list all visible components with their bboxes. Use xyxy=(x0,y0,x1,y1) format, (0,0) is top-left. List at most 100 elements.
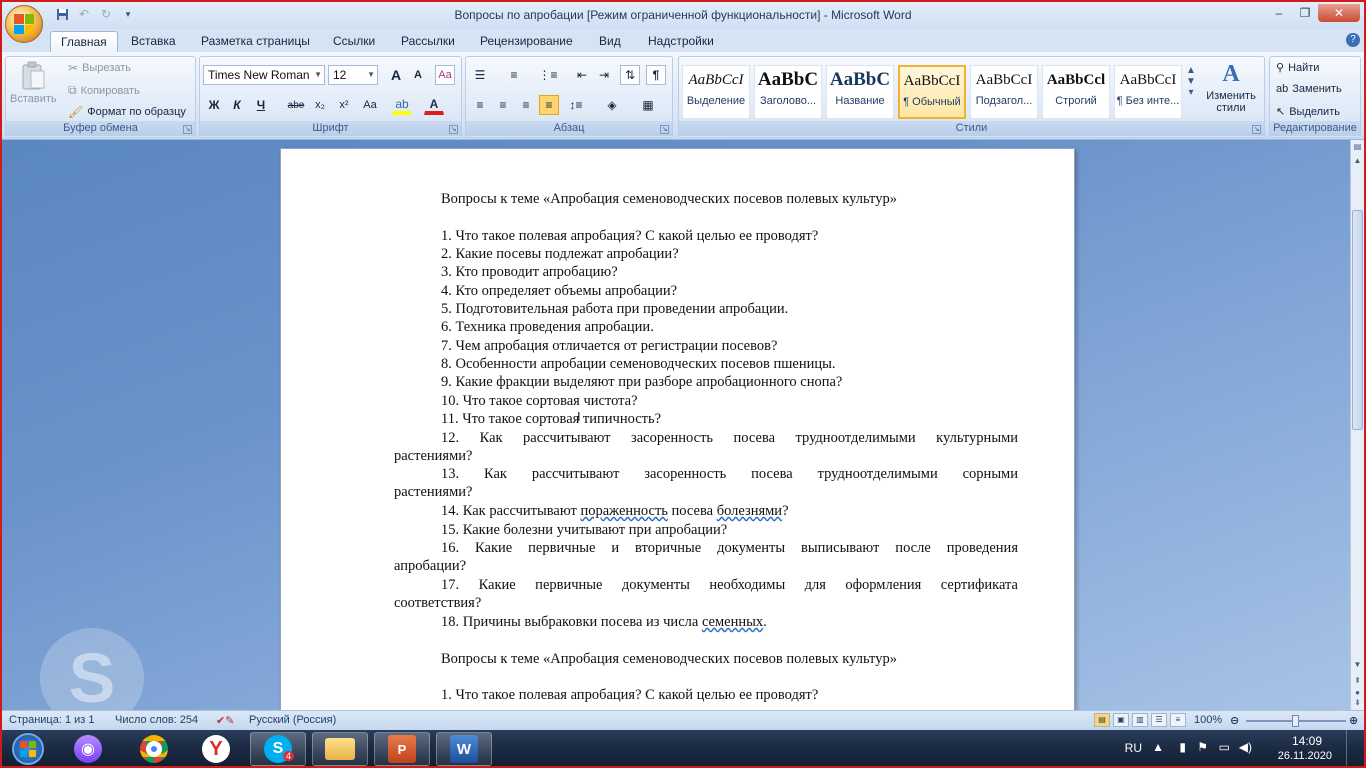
spellcheck-icon[interactable]: ✔✎ xyxy=(216,714,234,727)
taskbar-yandex[interactable]: Y xyxy=(188,732,244,766)
tab-references[interactable]: Ссылки xyxy=(323,31,385,52)
battery-icon[interactable]: ▮ xyxy=(1179,740,1186,754)
scroll-up-icon[interactable]: ▲ xyxy=(1352,156,1363,168)
office-button[interactable] xyxy=(5,5,43,43)
paragraph-launcher-icon[interactable]: ↘ xyxy=(660,125,669,134)
underline-button[interactable]: Ч xyxy=(251,95,271,115)
show-hidden-icons-icon[interactable]: ▲ xyxy=(1152,740,1164,754)
style-strong[interactable]: AaBbCcl Строгий xyxy=(1042,65,1110,119)
help-icon[interactable]: ? xyxy=(1346,33,1360,47)
subscript-button[interactable]: x₂ xyxy=(310,95,330,115)
network-icon[interactable]: ▭ xyxy=(1219,740,1230,754)
bold-button[interactable]: Ж xyxy=(204,95,224,115)
taskbar-powerpoint[interactable]: P xyxy=(374,732,430,766)
font-size-combo[interactable]: 12 ▼ xyxy=(328,65,378,85)
taskbar-skype[interactable]: S 4 xyxy=(250,732,306,766)
sort-button[interactable]: ⇅ xyxy=(620,65,640,85)
line-spacing-button[interactable]: ↕≡ xyxy=(566,95,586,115)
bullets-button[interactable]: ☰ xyxy=(470,65,490,85)
ruler-toggle-icon[interactable]: ▤ xyxy=(1352,142,1363,154)
action-center-flag-icon[interactable]: ⚑ xyxy=(1197,740,1208,754)
zoom-level[interactable]: 100% xyxy=(1194,714,1222,726)
change-styles-button[interactable]: A Изменить стили xyxy=(1201,61,1261,114)
clear-format-button[interactable]: Aa xyxy=(435,65,455,85)
shading-button[interactable]: ◈ xyxy=(602,95,622,115)
tab-review[interactable]: Рецензирование xyxy=(470,31,583,52)
font-shrink-button[interactable]: A xyxy=(408,65,428,85)
tab-view[interactable]: Вид xyxy=(589,31,631,52)
start-button[interactable] xyxy=(2,732,54,766)
style-no-spacing[interactable]: AaBbCcI ¶ Без инте... xyxy=(1114,65,1182,119)
draft-view-icon[interactable]: ≡ xyxy=(1170,713,1186,727)
style-emphasis[interactable]: AaBbCcI Выделение xyxy=(682,65,750,119)
cut-button[interactable]: ✂ Вырезать xyxy=(68,61,131,75)
replace-button[interactable]: ab Заменить xyxy=(1276,83,1342,95)
change-case-button[interactable]: Aa xyxy=(358,95,382,115)
style-title[interactable]: AaBbC Название xyxy=(826,65,894,119)
italic-button[interactable]: К xyxy=(227,95,247,115)
clipboard-launcher-icon[interactable]: ↘ xyxy=(183,125,192,134)
tab-addins[interactable]: Надстройки xyxy=(638,31,724,52)
zoom-slider-thumb[interactable] xyxy=(1292,715,1299,727)
align-left-button[interactable]: ≡ xyxy=(470,95,490,115)
align-right-button[interactable]: ≡ xyxy=(516,95,536,115)
paste-button[interactable]: Вставить xyxy=(10,61,57,105)
style-heading[interactable]: AaBbC Заголово... xyxy=(754,65,822,119)
language-indicator-tray[interactable]: RU xyxy=(1125,741,1142,755)
document-page[interactable]: Вопросы к теме «Апробация семеноводчески… xyxy=(280,148,1075,710)
font-launcher-icon[interactable]: ↘ xyxy=(449,125,458,134)
language-indicator[interactable]: Русский (Россия) xyxy=(249,714,336,726)
select-button[interactable]: ↖ Выделить xyxy=(1276,105,1340,119)
prev-page-icon[interactable]: ⇞ xyxy=(1352,676,1363,688)
zoom-in-icon[interactable]: ⊕ xyxy=(1349,714,1358,727)
print-layout-view-icon[interactable]: ▤ xyxy=(1094,713,1110,727)
outline-view-icon[interactable]: ☰ xyxy=(1151,713,1167,727)
align-center-button[interactable]: ≡ xyxy=(493,95,513,115)
tab-insert[interactable]: Вставка xyxy=(121,31,186,52)
next-page-icon[interactable]: ⇟ xyxy=(1352,698,1363,710)
multilevel-list-button[interactable]: ⋮≡ xyxy=(538,65,558,85)
style-subtitle[interactable]: AaBbCcI Подзагол... xyxy=(970,65,1038,119)
tab-mailings[interactable]: Рассылки xyxy=(391,31,465,52)
zoom-slider[interactable] xyxy=(1246,715,1346,727)
find-button[interactable]: ⚲ Найти xyxy=(1276,61,1319,75)
superscript-button[interactable]: x² xyxy=(334,95,354,115)
font-color-button[interactable]: A xyxy=(424,95,444,115)
word-count[interactable]: Число слов: 254 xyxy=(115,714,198,726)
styles-scroll[interactable]: ▲ ▼ ▾ xyxy=(1186,65,1196,98)
full-screen-view-icon[interactable]: ▣ xyxy=(1113,713,1129,727)
page-indicator[interactable]: Страница: 1 из 1 xyxy=(9,714,95,726)
font-grow-button[interactable]: A xyxy=(386,65,406,85)
tab-home[interactable]: Главная xyxy=(50,31,118,52)
highlight-button[interactable]: ab xyxy=(392,95,412,115)
taskbar-word[interactable]: W xyxy=(436,732,492,766)
copy-button[interactable]: ⧉ Копировать xyxy=(68,83,140,98)
tab-page-layout[interactable]: Разметка страницы xyxy=(191,31,320,52)
style-normal[interactable]: AaBbCcI ¶ Обычный xyxy=(898,65,966,119)
scroll-up-icon[interactable]: ▲ xyxy=(1186,65,1196,76)
font-name-combo[interactable]: Times New Roman ▼ xyxy=(203,65,325,85)
taskbar-chrome[interactable] xyxy=(126,732,182,766)
close-button[interactable]: ✕ xyxy=(1318,4,1360,22)
borders-button[interactable]: ▦ xyxy=(638,95,658,115)
volume-icon[interactable]: ◀) xyxy=(1239,740,1252,754)
show-marks-button[interactable]: ¶ xyxy=(646,65,666,85)
decrease-indent-button[interactable]: ⇤ xyxy=(572,65,592,85)
format-painter-button[interactable]: 🖌 Формат по образцу xyxy=(68,105,186,119)
strikethrough-button[interactable]: abe xyxy=(284,95,308,115)
scroll-thumb[interactable] xyxy=(1352,210,1363,430)
increase-indent-button[interactable]: ⇥ xyxy=(594,65,614,85)
more-styles-icon[interactable]: ▾ xyxy=(1188,87,1193,98)
numbering-button[interactable]: ≡ xyxy=(504,65,524,85)
minimize-button[interactable]: ‒ xyxy=(1266,4,1292,22)
show-desktop-button[interactable] xyxy=(1346,730,1358,766)
justify-button[interactable]: ≡ xyxy=(539,95,559,115)
taskbar-explorer[interactable] xyxy=(312,732,368,766)
clock-date[interactable]: 26.11.2020 xyxy=(1278,750,1332,762)
zoom-out-icon[interactable]: ⊖ xyxy=(1230,714,1239,727)
web-layout-view-icon[interactable]: ▥ xyxy=(1132,713,1148,727)
clock-time[interactable]: 14:09 xyxy=(1292,734,1322,748)
vertical-scrollbar[interactable]: ▤ ▲ ▼ ⇞ ● ⇟ xyxy=(1350,140,1364,710)
scroll-down-icon[interactable]: ▼ xyxy=(1186,76,1196,87)
restore-button[interactable]: ❐ xyxy=(1292,4,1318,22)
